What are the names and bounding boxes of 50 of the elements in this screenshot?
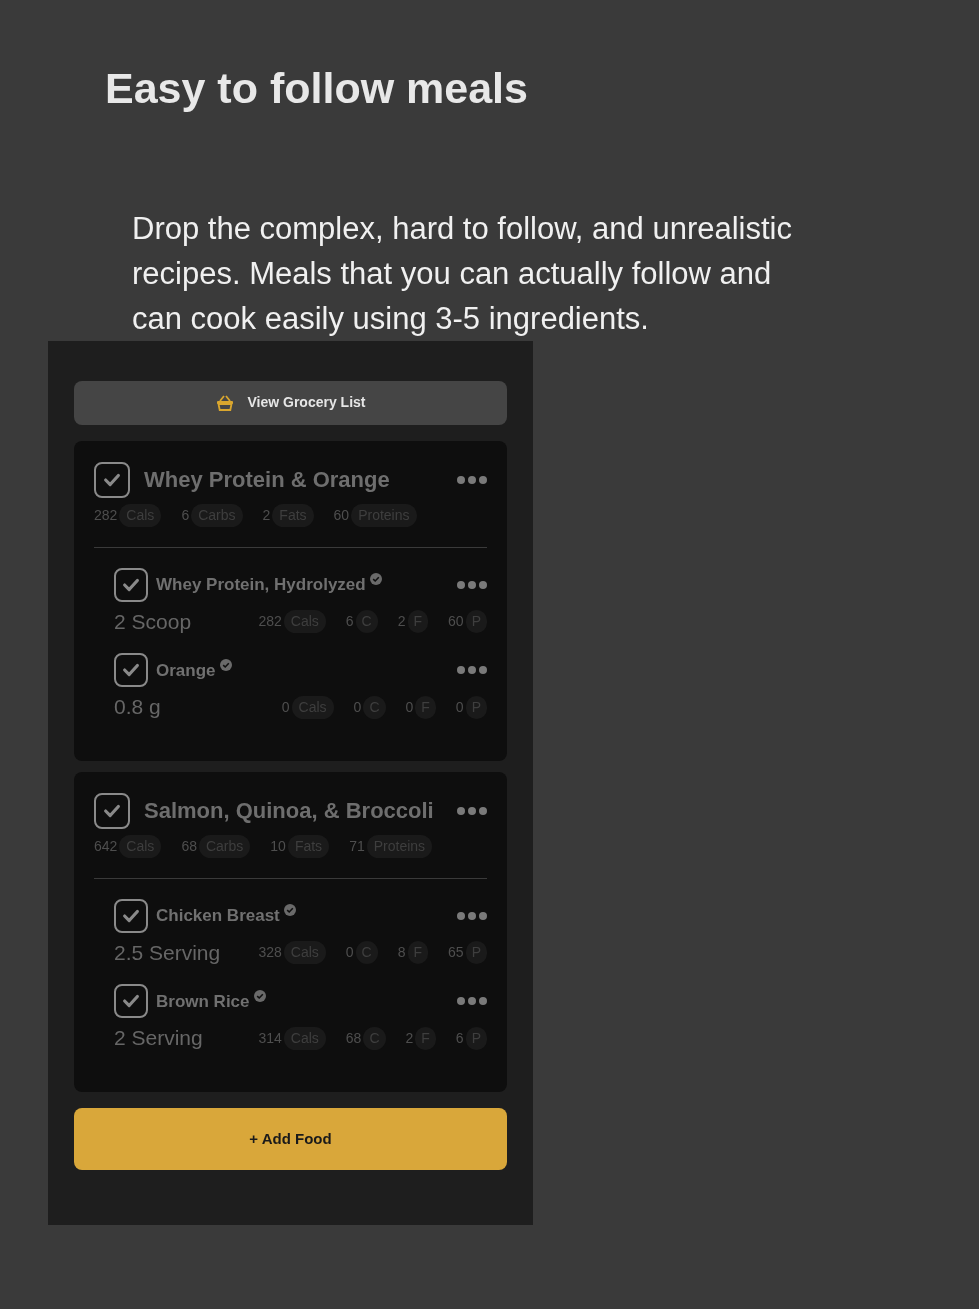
macro-value: 6 [455,1028,464,1048]
more-icon[interactable] [457,806,487,815]
macro-value: 282 [94,505,118,525]
meal-title: Salmon, Quinoa, & Broccoli [144,797,435,826]
macro-value: 71 [349,836,365,856]
macro-value: 0 [405,697,414,717]
description-paragraph: Drop the complex, hard to follow, and unrealistic recipes. Meals that you can actually follow and can cook easily using 3-5 ingredients. [132,209,793,338]
macro-value: 8 [397,943,406,962]
checkbox[interactable] [94,792,130,829]
checkbox[interactable] [114,567,148,602]
macro-value: 68 [345,1028,362,1048]
checkbox[interactable] [114,984,148,1019]
checkbox[interactable] [114,653,148,688]
checkbox[interactable] [94,461,130,498]
food-amount: 2.5 Serving [114,939,221,966]
more-icon[interactable] [457,580,487,589]
macro-value: 0 [281,697,290,717]
macro-value: 10 [270,836,286,856]
macro-value: 60 [333,505,350,525]
food-name: Whey Protein, Hydrolyzed [156,574,366,596]
macro-value: 0 [353,697,362,717]
macro-value: 328 [258,943,282,962]
macro-value: 642 [94,836,118,856]
macro-value: 0 [455,697,464,717]
add-food-button[interactable]: + Add Food [74,1107,507,1170]
more-icon[interactable] [457,911,487,920]
more-icon[interactable] [457,666,487,675]
food-amount: 0.8 g [114,694,161,721]
macro-value: 2 [397,612,406,631]
meal-title: Whey Protein & Orange [144,466,391,495]
macro-value: 2 [405,1028,414,1048]
food-name: Chicken Breast [156,905,280,927]
more-icon[interactable] [457,997,487,1006]
food-name: Brown Rice [156,990,250,1013]
checkbox[interactable] [114,898,148,933]
food-amount: 2 Scoop [114,608,192,635]
macro-value: 2 [262,505,271,525]
food-amount: 2 Serving [114,1025,203,1052]
macro-value: 0 [345,943,354,962]
macro-value: 65 [448,943,464,962]
macro-value: 60 [448,612,464,631]
macro-value: 68 [181,836,197,856]
view-grocery-list-button[interactable]: View Grocery List [74,380,507,425]
page-heading: Easy to follow meals [105,63,528,114]
more-icon[interactable] [457,475,487,484]
macro-value: 314 [258,1028,282,1048]
macro-value: 6 [345,612,354,631]
food-name: Orange [156,659,216,682]
macro-value: 282 [258,612,282,631]
macro-value: 6 [181,505,190,525]
